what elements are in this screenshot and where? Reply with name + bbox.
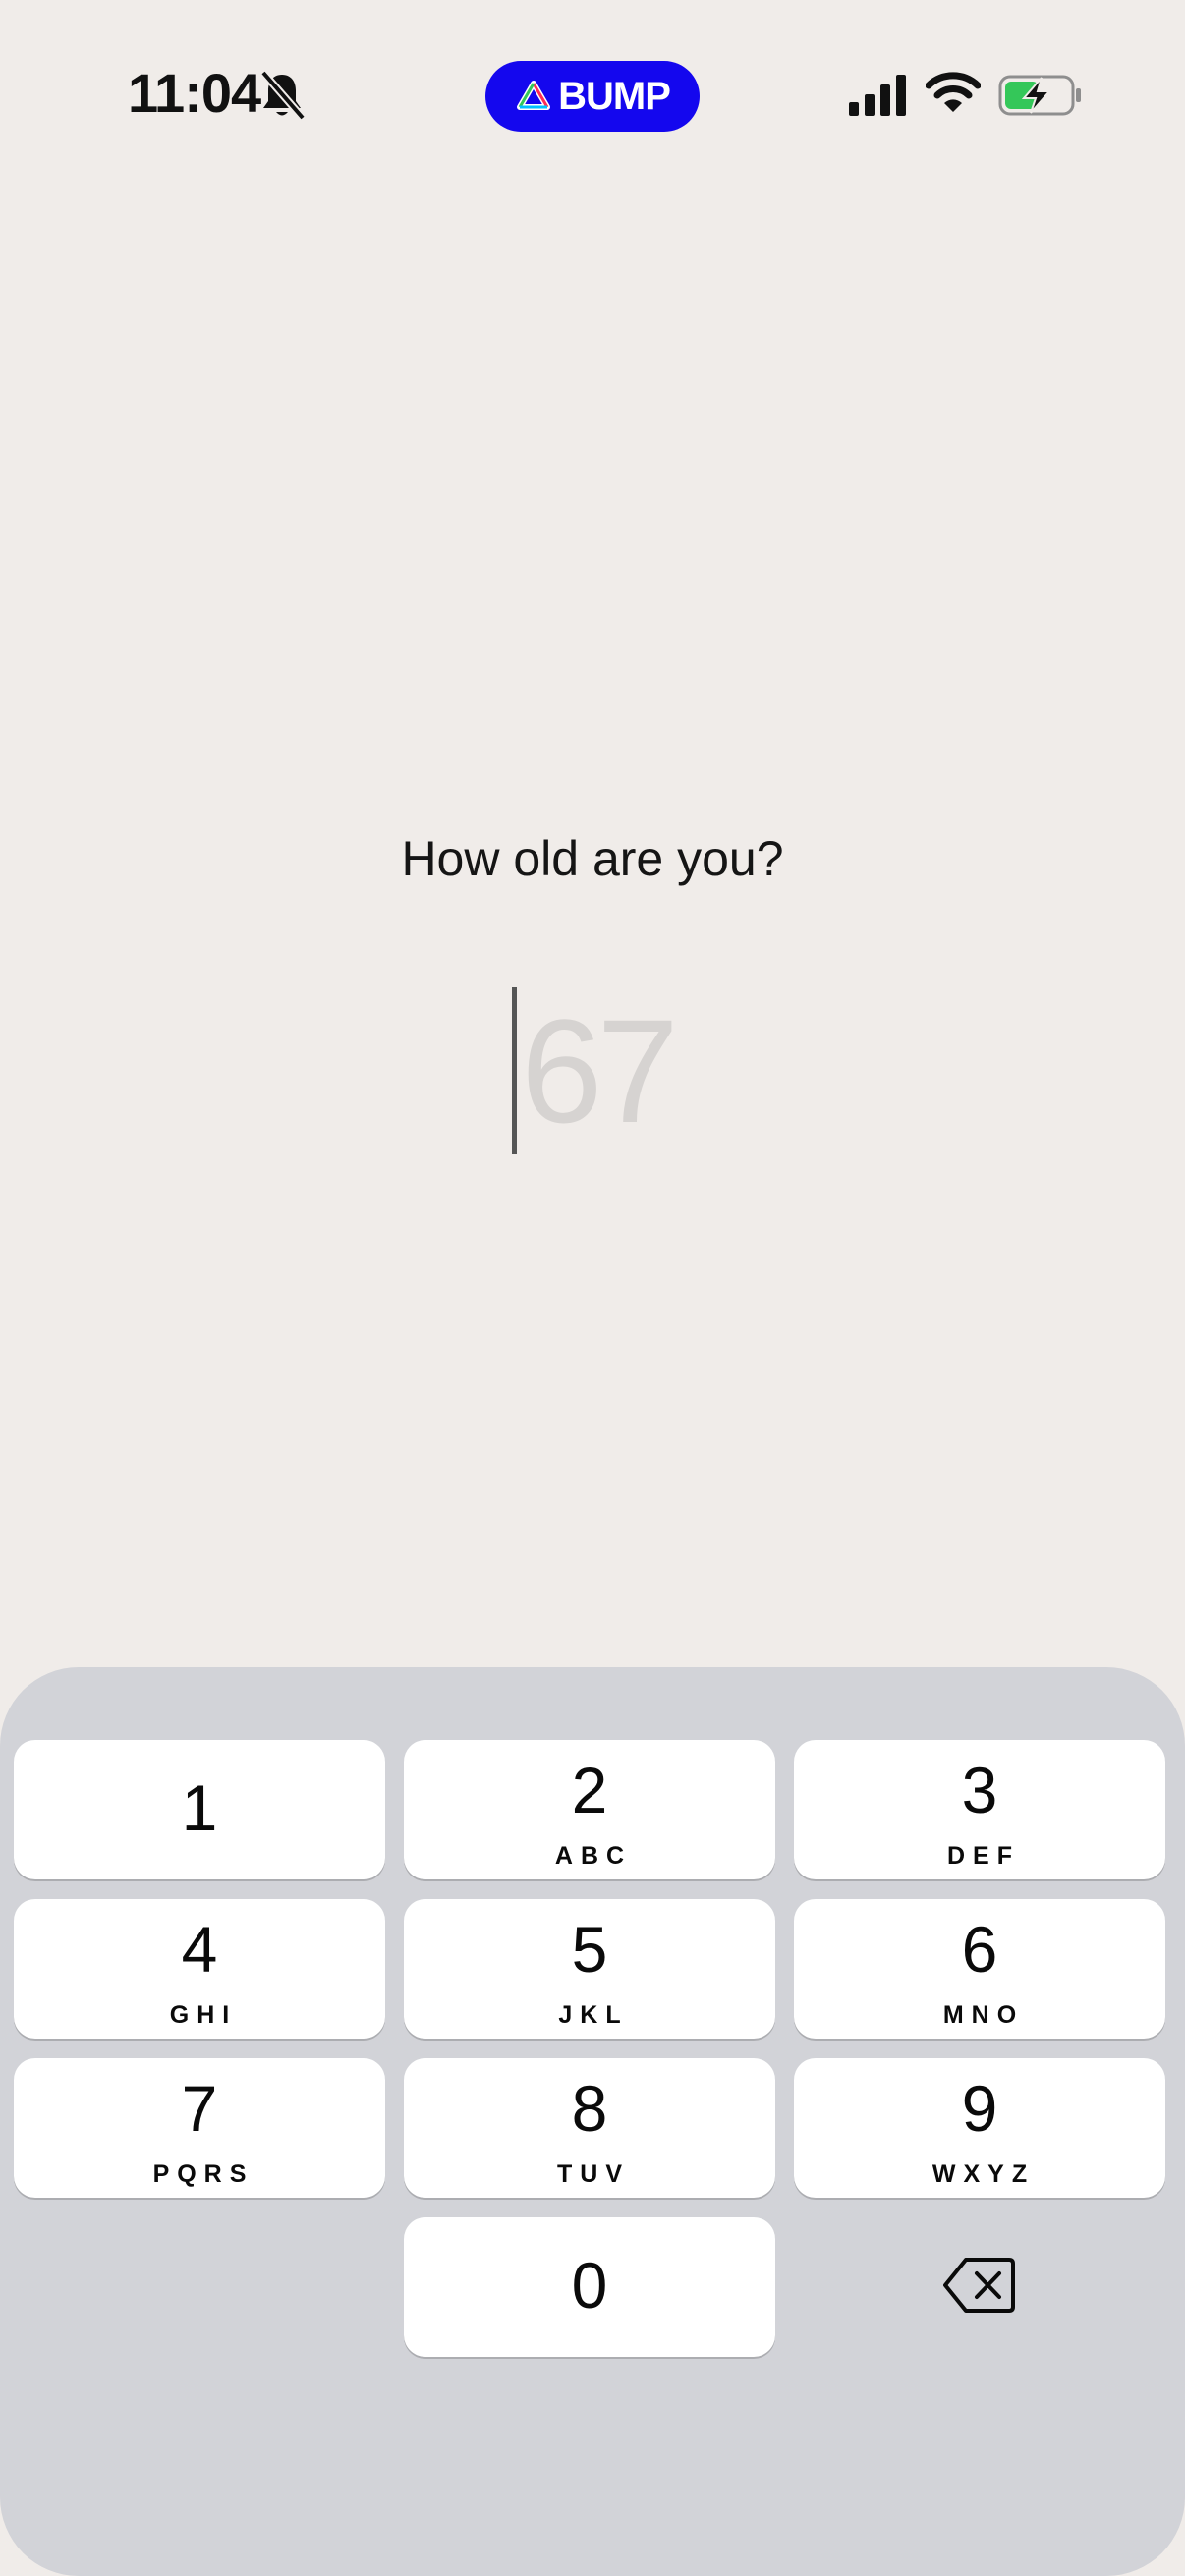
key-5[interactable]: 5 JKL: [404, 1899, 775, 2039]
key-letters: GHI: [169, 2001, 238, 2029]
key-letters: DEF: [947, 1842, 1020, 1870]
key-0[interactable]: 0: [404, 2217, 775, 2357]
bump-label: BUMP: [558, 74, 671, 118]
wifi-icon: [926, 72, 981, 112]
key-digit: 8: [571, 2072, 608, 2145]
key-8[interactable]: 8 TUV: [404, 2058, 775, 2198]
key-digit: 0: [571, 2249, 608, 2322]
key-7[interactable]: 7 PQRS: [14, 2058, 385, 2198]
key-3[interactable]: 3 DEF: [794, 1740, 1165, 1879]
key-digit: 4: [181, 1913, 218, 1986]
key-2[interactable]: 2 ABC: [404, 1740, 775, 1879]
key-digit: 5: [571, 1913, 608, 1986]
bump-app-pill[interactable]: BUMP: [485, 61, 700, 132]
key-digit: 2: [571, 1754, 608, 1826]
text-cursor: [512, 987, 518, 1154]
age-placeholder: 67: [521, 988, 679, 1153]
bump-logo-icon: [517, 81, 551, 110]
key-6[interactable]: 6 MNO: [794, 1899, 1165, 2039]
age-question: How old are you?: [401, 831, 784, 886]
key-digit: 1: [181, 1771, 218, 1844]
age-input[interactable]: 67: [0, 982, 1185, 1159]
key-digit: 7: [181, 2072, 218, 2145]
key-digit: 6: [961, 1913, 998, 1986]
key-digit: 9: [961, 2072, 998, 2145]
status-bar: 11:04 BUMP: [0, 0, 1185, 196]
bell-slash-icon: [259, 70, 307, 121]
battery-charging-icon: [998, 75, 1081, 116]
cellular-signal-icon: [849, 75, 906, 116]
key-1[interactable]: 1: [14, 1740, 385, 1879]
key-letters: WXYZ: [931, 2160, 1036, 2188]
key-4[interactable]: 4 GHI: [14, 1899, 385, 2039]
key-9[interactable]: 9 WXYZ: [794, 2058, 1165, 2198]
key-letters: TUV: [557, 2160, 630, 2188]
delete-button[interactable]: [794, 2215, 1165, 2355]
key-letters: PQRS: [152, 2160, 254, 2188]
backspace-icon: [943, 2258, 1015, 2313]
key-digit: 3: [961, 1754, 998, 1826]
key-letters: JKL: [558, 2001, 629, 2029]
key-letters: MNO: [942, 2001, 1025, 2029]
status-time: 11:04: [128, 62, 261, 124]
key-letters: ABC: [554, 1842, 633, 1870]
